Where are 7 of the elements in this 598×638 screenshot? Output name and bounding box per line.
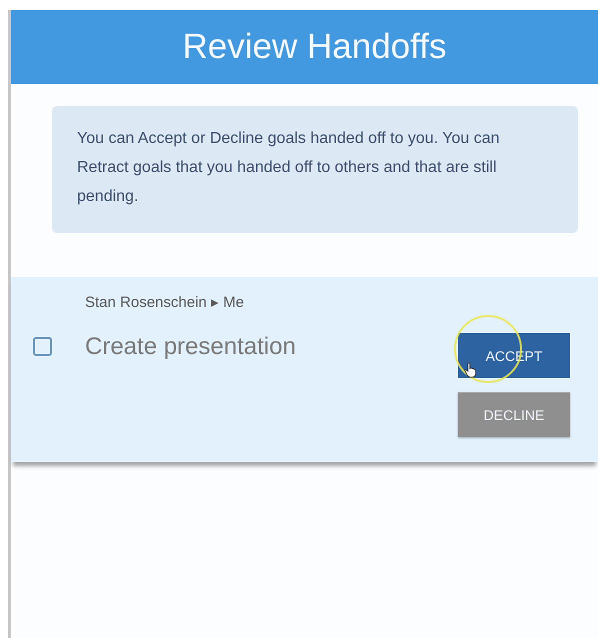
- goal-title: Create presentation: [85, 333, 297, 361]
- page-title: Review Handoffs: [182, 27, 446, 67]
- hand-cursor-icon: [464, 362, 477, 378]
- checkbox[interactable]: [33, 337, 52, 356]
- handoff-route: Stan Rosenschein ▸ Me: [85, 293, 245, 311]
- decline-button[interactable]: DECLINE: [458, 392, 570, 437]
- info-message: You can Accept or Decline goals handed off to you. You can Retract goals that you handed off to others and that are still pending.: [52, 106, 578, 233]
